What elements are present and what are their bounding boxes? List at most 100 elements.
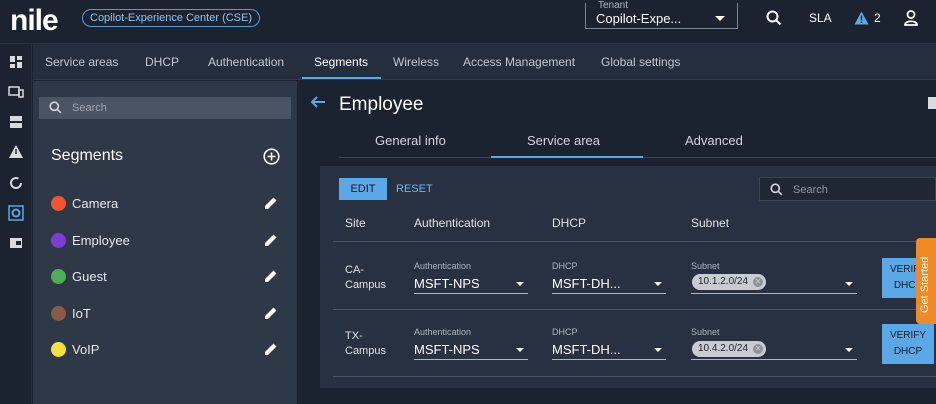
auth-select-underline xyxy=(414,359,528,360)
service-area-panel: EDIT RESET Search Site Authentication DH… xyxy=(320,166,936,388)
auth-field-label: Authentication xyxy=(414,327,472,337)
dhcp-select-value[interactable]: MSFT-DH... xyxy=(552,276,621,291)
row-divider xyxy=(333,309,936,310)
edit-icon[interactable] xyxy=(264,342,278,356)
icon-rail xyxy=(0,44,32,404)
row-divider xyxy=(333,376,936,377)
segment-label: IoT xyxy=(72,306,91,321)
segment-item-guest[interactable]: Guest xyxy=(51,267,281,287)
segment-color-dot xyxy=(51,269,66,284)
search-placeholder: Search xyxy=(793,184,828,196)
tab-general-info[interactable]: General info xyxy=(375,133,446,148)
alert-icon[interactable] xyxy=(8,144,24,160)
subnet-chip-label: 10.4.2.0/24 xyxy=(698,343,749,354)
tab-wireless[interactable]: Wireless xyxy=(393,55,439,69)
edit-icon[interactable] xyxy=(264,196,278,210)
edit-button[interactable]: EDIT xyxy=(339,178,387,200)
subnet-field-label: Subnet xyxy=(691,327,720,337)
sla-link[interactable]: SLA xyxy=(809,11,832,25)
tab-dhcp[interactable]: DHCP xyxy=(145,55,179,69)
site-cell: TX- Campus xyxy=(345,330,386,357)
segment-color-dot xyxy=(51,233,66,248)
active-tab-indicator xyxy=(302,77,381,79)
header-divider xyxy=(333,241,936,242)
auth-select-value[interactable]: MSFT-NPS xyxy=(414,276,480,291)
tenant-value: Copilot-Expe... xyxy=(596,11,682,26)
search-icon xyxy=(49,101,62,114)
segment-label: Employee xyxy=(72,233,130,248)
devices-icon[interactable] xyxy=(8,84,24,100)
back-arrow-icon[interactable] xyxy=(310,95,326,109)
segment-color-dot xyxy=(51,342,66,357)
tab-global-settings[interactable]: Global settings xyxy=(601,55,680,69)
subnet-chip[interactable]: 10.4.2.0/24 ✕ xyxy=(692,341,767,357)
alert-count[interactable]: 2 xyxy=(874,11,881,25)
verify-dhcp-button[interactable]: VERIFY DHCP xyxy=(882,324,934,364)
wallet-icon[interactable] xyxy=(8,235,24,251)
delete-icon[interactable] xyxy=(928,97,936,109)
column-header-subnet[interactable]: Subnet xyxy=(691,216,729,230)
chevron-down-icon xyxy=(715,16,725,21)
tenant-select[interactable]: Tenant Copilot-Expe... xyxy=(585,0,738,29)
segment-detail: Employee General info Service area Advan… xyxy=(298,81,936,404)
dhcp-field-label: DHCP xyxy=(552,261,578,271)
auth-field-label: Authentication xyxy=(414,261,472,271)
tab-access-management[interactable]: Access Management xyxy=(463,55,575,69)
close-icon[interactable]: ✕ xyxy=(753,344,764,354)
close-icon[interactable]: ✕ xyxy=(753,277,764,287)
chevron-down-icon[interactable] xyxy=(845,348,853,352)
search-icon xyxy=(770,183,783,196)
segment-search-input[interactable]: Search xyxy=(39,97,291,119)
get-started-tab[interactable]: Get Started xyxy=(916,238,936,324)
column-header-authentication[interactable]: Authentication xyxy=(414,216,490,230)
nile-logo[interactable]: nile xyxy=(10,4,59,38)
settings-tabs: Service areas DHCP Authentication Segmen… xyxy=(33,44,936,80)
tab-segments[interactable]: Segments xyxy=(314,55,368,69)
segment-item-voip[interactable]: VoIP xyxy=(51,340,281,360)
chevron-down-icon[interactable] xyxy=(845,282,853,286)
segments-sidebar: Search Segments Camera Employee Guest Io… xyxy=(33,81,297,404)
chevron-down-icon[interactable] xyxy=(654,282,662,286)
search-placeholder: Search xyxy=(72,102,107,114)
dhcp-select-underline xyxy=(552,359,666,360)
dhcp-select-value[interactable]: MSFT-DH... xyxy=(552,342,621,357)
edit-icon[interactable] xyxy=(264,306,278,320)
segment-item-iot[interactable]: IoT xyxy=(51,304,281,324)
subnet-chip[interactable]: 10.1.2.0/24 ✕ xyxy=(692,274,767,290)
server-icon[interactable] xyxy=(8,114,24,130)
subnet-chip-label: 10.1.2.0/24 xyxy=(698,276,749,287)
search-icon[interactable] xyxy=(766,10,782,26)
dhcp-field-label: DHCP xyxy=(552,327,578,337)
dhcp-select-underline xyxy=(552,293,666,294)
chevron-down-icon[interactable] xyxy=(516,348,524,352)
subnet-field-label: Subnet xyxy=(691,261,720,271)
subnet-select-underline xyxy=(691,359,857,360)
auth-select-value[interactable]: MSFT-NPS xyxy=(414,342,480,357)
reset-button[interactable]: RESET xyxy=(396,183,433,195)
service-area-search-input[interactable]: Search xyxy=(759,177,936,201)
edit-icon[interactable] xyxy=(264,233,278,247)
edit-icon[interactable] xyxy=(264,269,278,283)
subnet-select-underline xyxy=(691,293,857,294)
refresh-icon[interactable] xyxy=(8,175,24,191)
dashboard-icon[interactable] xyxy=(8,54,24,70)
segment-item-camera[interactable]: Camera xyxy=(51,194,281,214)
org-badge[interactable]: Copilot-Experience Center (CSE) xyxy=(82,9,261,27)
tab-advanced[interactable]: Advanced xyxy=(685,133,743,148)
warning-icon[interactable] xyxy=(854,11,869,25)
column-header-site[interactable]: Site xyxy=(345,216,366,230)
segment-label: Camera xyxy=(72,196,119,211)
tab-service-areas[interactable]: Service areas xyxy=(45,55,118,69)
chevron-down-icon[interactable] xyxy=(516,282,524,286)
get-started-label: Get Started xyxy=(919,256,931,313)
column-header-dhcp[interactable]: DHCP xyxy=(552,216,586,230)
tab-authentication[interactable]: Authentication xyxy=(208,55,284,69)
chevron-down-icon[interactable] xyxy=(654,348,662,352)
segment-item-employee[interactable]: Employee xyxy=(51,231,281,251)
tab-service-area[interactable]: Service area xyxy=(527,133,600,148)
segment-color-dot xyxy=(51,196,66,211)
user-icon[interactable] xyxy=(904,10,918,26)
segment-label: Guest xyxy=(72,269,107,284)
settings-icon[interactable] xyxy=(8,205,24,221)
add-segment-icon[interactable] xyxy=(263,148,280,165)
